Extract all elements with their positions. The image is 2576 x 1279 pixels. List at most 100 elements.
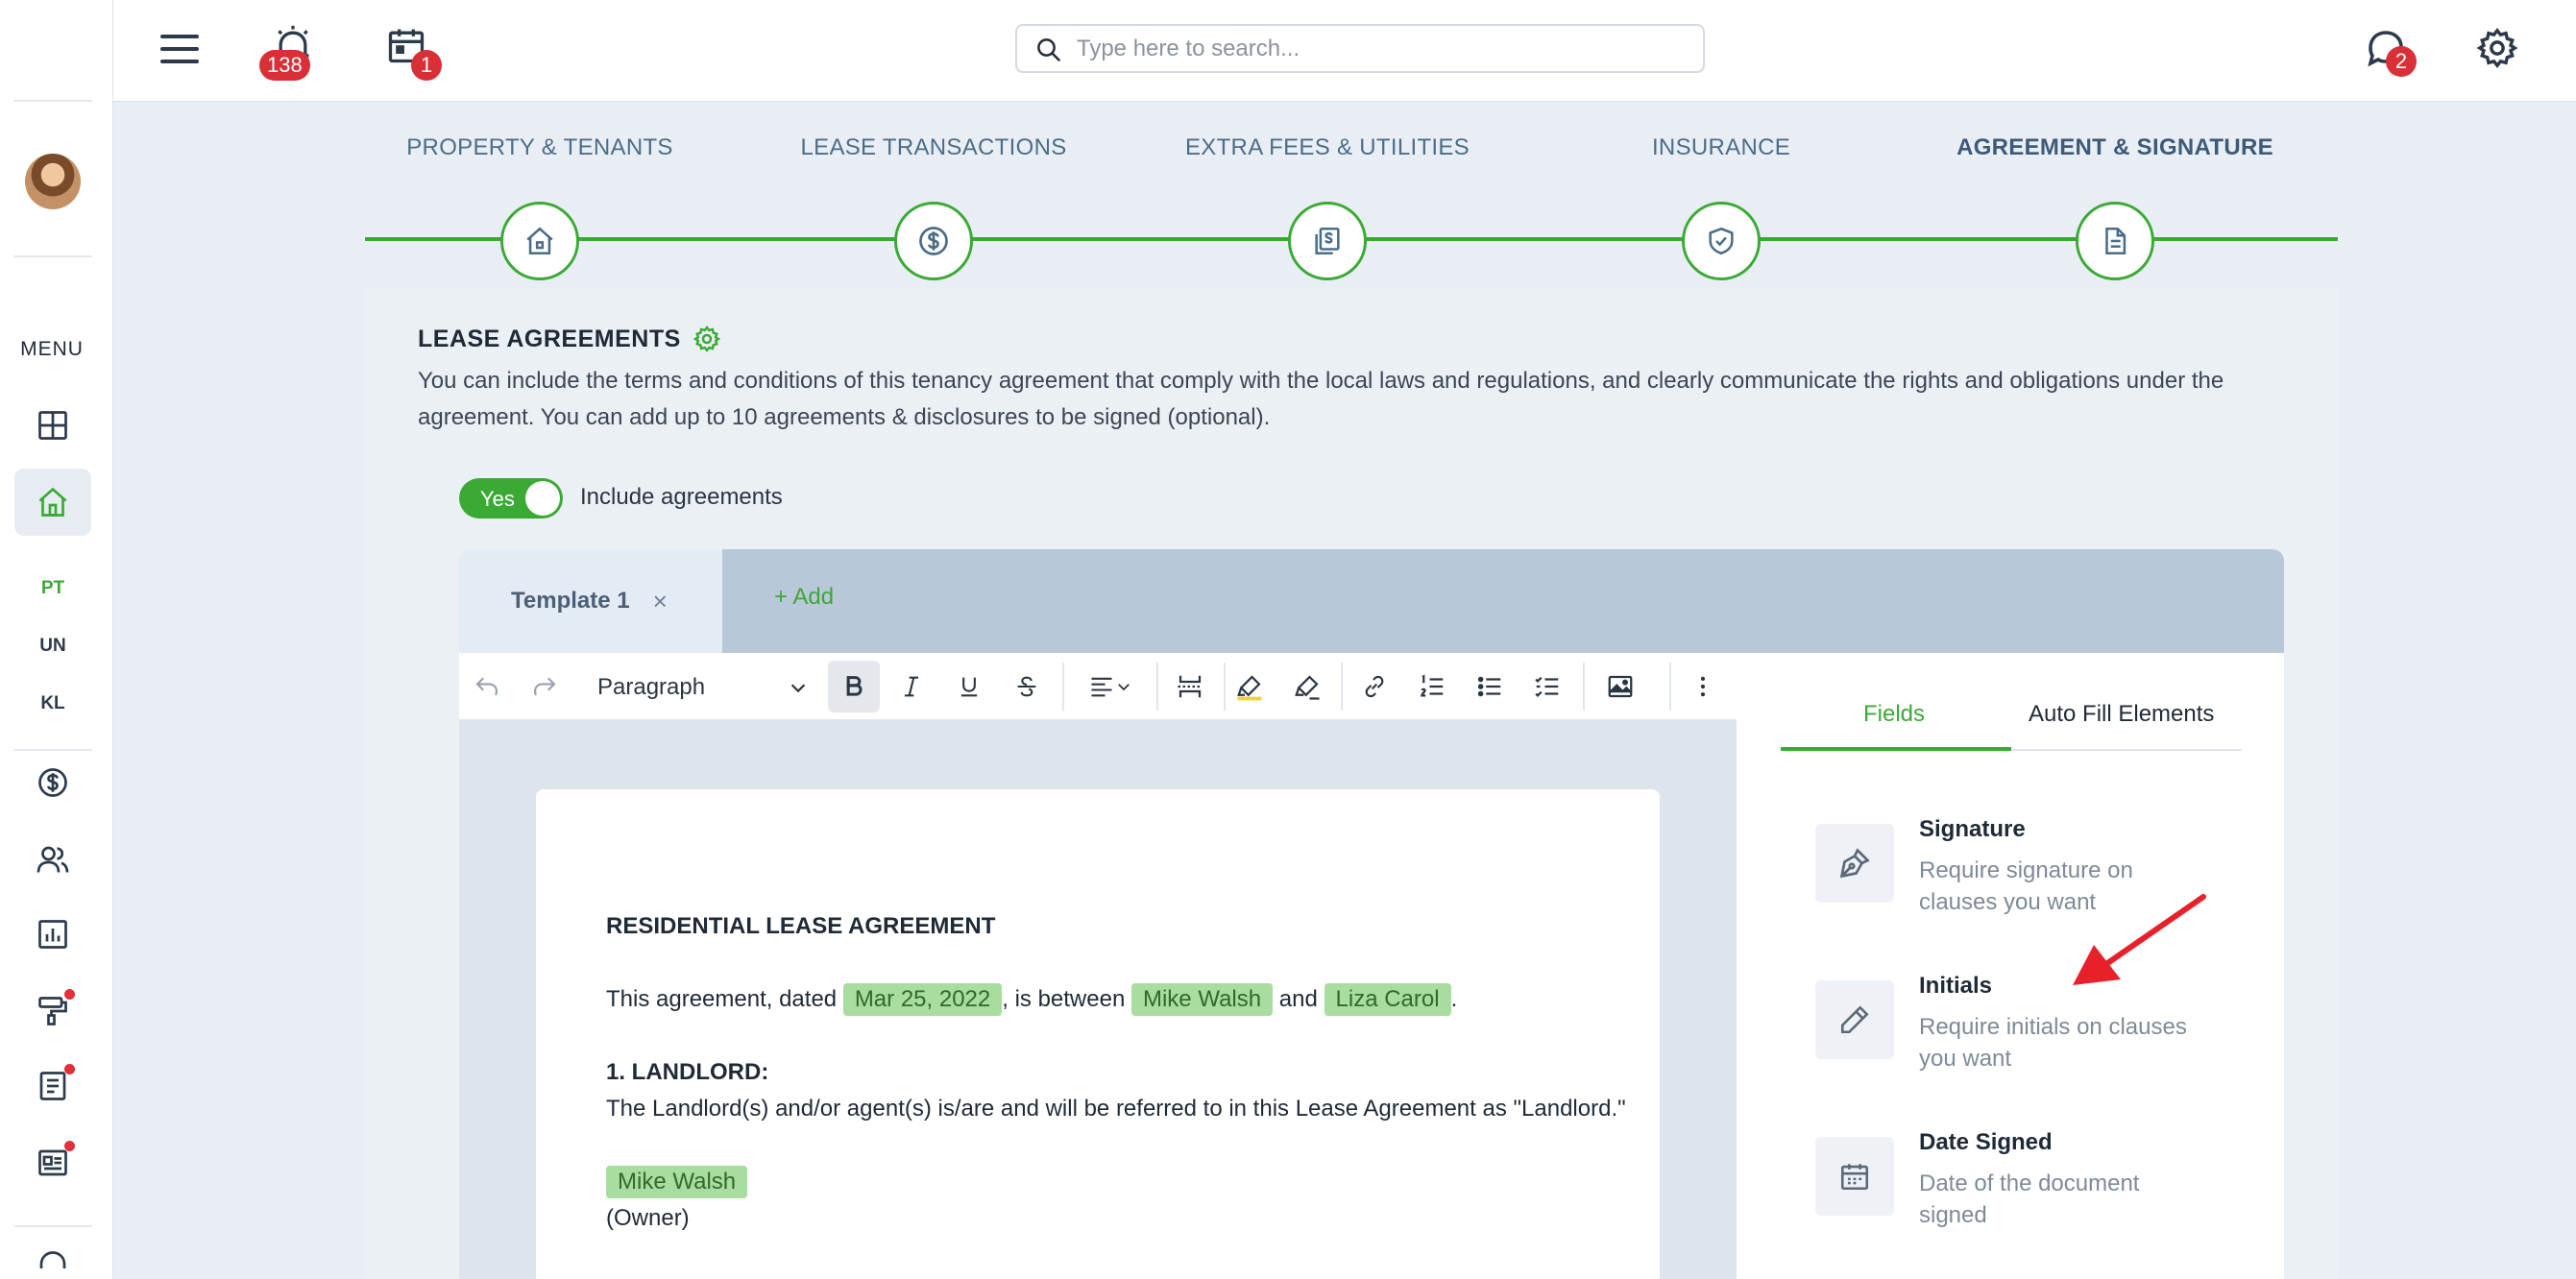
- sidebar-item-listings[interactable]: [14, 1129, 91, 1196]
- tenant-field-chip[interactable]: Liza Carol: [1324, 983, 1451, 1016]
- eraser-button[interactable]: [1281, 661, 1333, 712]
- sidebar-item-properties[interactable]: [14, 469, 91, 536]
- settings-gear-icon[interactable]: [693, 325, 721, 353]
- settings-button[interactable]: [2472, 23, 2522, 73]
- redo-button[interactable]: [519, 661, 571, 712]
- undo-icon: [475, 677, 498, 696]
- dashboard-icon: [38, 411, 67, 440]
- toggle-value: Yes: [480, 487, 515, 511]
- sidebar-item-un[interactable]: UN: [14, 636, 91, 657]
- link-icon: [1365, 675, 1384, 698]
- search-icon: [1037, 38, 1061, 62]
- page-break-icon: [1178, 675, 1203, 698]
- landlord-field-chip[interactable]: Mike Walsh: [1130, 983, 1274, 1016]
- sidebar-item-documents[interactable]: [14, 1052, 91, 1120]
- step-extra-fees[interactable]: EXTRA FEES & UTILITIES: [1135, 134, 1519, 280]
- agreement-text: .: [1450, 986, 1458, 1012]
- undo-button[interactable]: [461, 661, 513, 712]
- search-box[interactable]: [1015, 24, 1705, 73]
- tab-auto-fill-elements[interactable]: Auto Fill Elements: [2029, 701, 2214, 728]
- bold-icon: [846, 676, 863, 696]
- lease-agreements-heading: LEASE AGREEMENTS: [418, 325, 721, 353]
- sidebar-item-dashboard[interactable]: [14, 392, 91, 459]
- step-lease-transactions[interactable]: LEASE TRANSACTIONS: [741, 134, 1126, 280]
- strikethrough-button[interactable]: [1001, 661, 1053, 712]
- document-icon: [2105, 227, 2126, 255]
- step-insurance[interactable]: INSURANCE: [1529, 134, 1913, 280]
- align-left-icon: [1091, 677, 1112, 697]
- highlight-button[interactable]: [1224, 661, 1276, 712]
- date-field-chip[interactable]: Mar 25, 2022: [842, 983, 1003, 1016]
- step-circle[interactable]: [894, 202, 973, 280]
- numbered-list-icon: [1421, 674, 1444, 697]
- sidebar-item-people[interactable]: [14, 826, 91, 893]
- add-template-button[interactable]: + Add: [774, 584, 834, 611]
- italic-button[interactable]: [886, 661, 937, 712]
- notification-dot: [64, 989, 75, 1000]
- sidebar-item-finance[interactable]: [14, 749, 91, 816]
- bold-button[interactable]: [828, 661, 880, 712]
- alarm-badge: 138: [259, 50, 310, 81]
- insert-image-button[interactable]: [1594, 661, 1646, 712]
- step-property-tenants[interactable]: PROPERTY & TENANTS: [348, 134, 732, 280]
- toolbar-separator: [1669, 663, 1671, 711]
- owner-field-chip[interactable]: Mike Walsh: [606, 1166, 748, 1198]
- owner-label: (Owner): [606, 1205, 690, 1231]
- sidebar-divider: [13, 1225, 92, 1227]
- hamburger-icon: [160, 35, 199, 63]
- step-circle[interactable]: [2076, 202, 2154, 280]
- sidebar: MENU PT UN KL: [0, 0, 113, 1279]
- toolbar-separator: [1583, 663, 1585, 711]
- step-circle[interactable]: [1288, 202, 1367, 280]
- sidebar-item-reports[interactable]: [14, 901, 91, 968]
- hamburger-menu-button[interactable]: [158, 27, 202, 71]
- step-label: EXTRA FEES & UTILITIES: [1184, 134, 1470, 160]
- alarm-button[interactable]: 138: [259, 23, 315, 81]
- link-button[interactable]: [1349, 661, 1400, 712]
- active-tab-underline: [1781, 747, 2011, 751]
- close-icon[interactable]: ×: [653, 587, 668, 616]
- tab-fields[interactable]: Fields: [1863, 701, 1925, 728]
- field-description: Date of the document signed: [1919, 1170, 2140, 1228]
- checklist-button[interactable]: [1521, 661, 1573, 712]
- calendar-button[interactable]: 1: [384, 23, 442, 81]
- field-name: Date Signed: [1919, 1129, 2053, 1155]
- bulleted-list-button[interactable]: [1464, 661, 1516, 712]
- numbered-list-button[interactable]: [1406, 661, 1458, 712]
- annotation-arrow-icon: [2073, 894, 2206, 985]
- page-break-button[interactable]: [1164, 661, 1216, 712]
- sidebar-item-maintenance[interactable]: [14, 977, 91, 1045]
- step-circle[interactable]: [500, 202, 579, 280]
- more-options-button[interactable]: [1677, 661, 1729, 712]
- avatar[interactable]: [25, 154, 81, 209]
- template-tab-bar: [459, 549, 2284, 653]
- toolbar-separator: [1341, 663, 1343, 711]
- listing-icon: [38, 1149, 67, 1176]
- align-button[interactable]: [1074, 661, 1147, 712]
- document-list-icon: [39, 1072, 66, 1100]
- search-input[interactable]: [1077, 35, 1653, 62]
- eraser-icon: [1295, 675, 1320, 700]
- sidebar-item-pt[interactable]: PT: [14, 578, 91, 599]
- sidebar-item-kl[interactable]: KL: [14, 693, 91, 714]
- toolbar-separator: [1156, 663, 1158, 711]
- sidebar-item-support[interactable]: [14, 1248, 91, 1279]
- paragraph-style-select[interactable]: Paragraph: [597, 668, 809, 707]
- checklist-icon: [1535, 676, 1559, 697]
- house-icon: [526, 227, 553, 255]
- underline-button[interactable]: [943, 661, 995, 712]
- step-agreement-signature[interactable]: AGREEMENT & SIGNATURE: [1923, 134, 2307, 280]
- wizard-stepper: PROPERTY & TENANTS LEASE TRANSACTIONS EX…: [365, 134, 2338, 288]
- menu-label: MENU: [20, 338, 84, 360]
- section-title: 1. LANDLORD:: [606, 1059, 769, 1085]
- calendar-badge: 1: [411, 50, 442, 81]
- chat-button[interactable]: 2: [2361, 23, 2417, 77]
- include-agreements-toggle[interactable]: Yes: [459, 478, 563, 519]
- tab-template-1[interactable]: Template 1 ×: [459, 549, 722, 653]
- step-circle[interactable]: [1682, 202, 1761, 280]
- shield-check-icon: [1709, 227, 1734, 255]
- paragraph-style-value: Paragraph: [597, 674, 706, 700]
- gear-icon: [2476, 27, 2518, 69]
- document-page[interactable]: [536, 789, 1660, 1279]
- lease-title-text: LEASE AGREEMENTS: [418, 325, 681, 352]
